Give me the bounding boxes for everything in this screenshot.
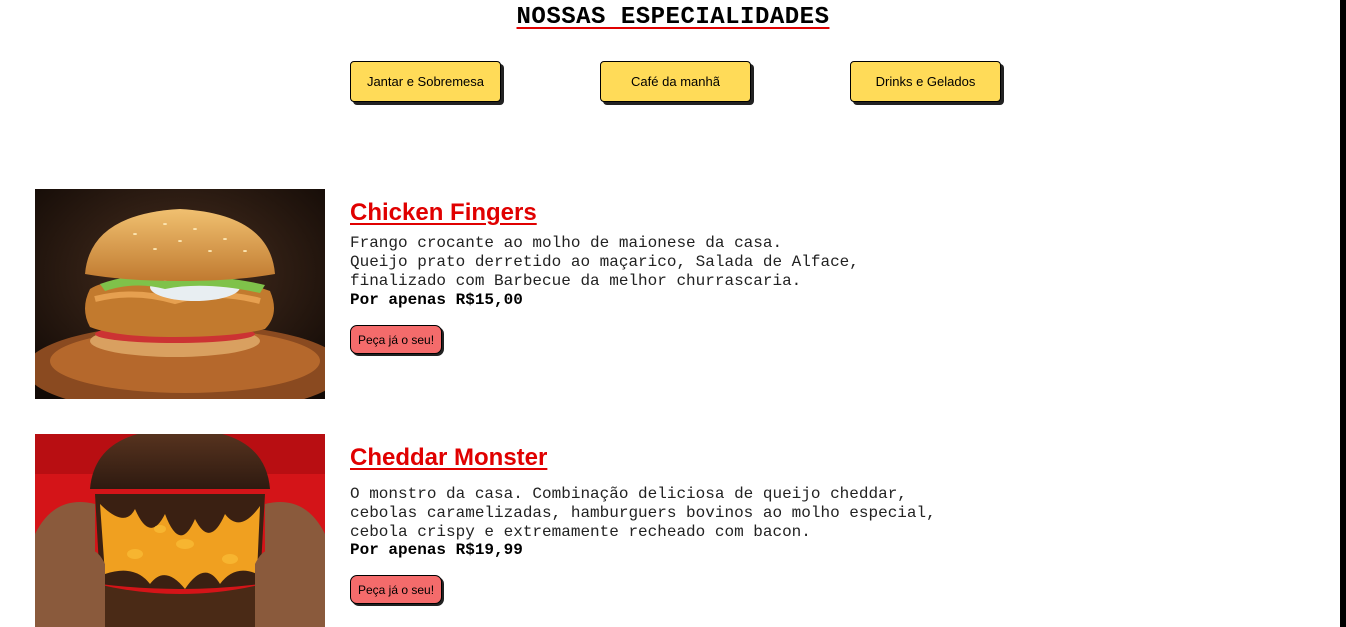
category-button-dinner-dessert[interactable]: Jantar e Sobremesa (350, 61, 501, 102)
item-description: Frango crocante ao molho de maionese da … (350, 234, 859, 290)
order-button[interactable]: Peça já o seu! (350, 575, 443, 604)
item-price: Por apenas R$15,00 (350, 291, 523, 309)
item-title-chicken-fingers[interactable]: Chicken Fingers (350, 199, 537, 227)
item-description: O monstro da casa. Combinação deliciosa … (350, 485, 936, 541)
category-button-drinks[interactable]: Drinks e Gelados (850, 61, 1001, 102)
order-button[interactable]: Peça já o seu! (350, 325, 443, 354)
cheddar-burger-image (35, 434, 325, 627)
item-price: Por apenas R$19,99 (350, 541, 523, 559)
page-title: NOSSAS ESPECIALIDADES (516, 4, 830, 31)
category-button-breakfast[interactable]: Café da manhã (600, 61, 751, 102)
chicken-burger-image (35, 189, 325, 399)
page: NOSSAS ESPECIALIDADES Jantar e Sobremesa… (0, 0, 1340, 627)
item-title-cheddar-monster[interactable]: Cheddar Monster (350, 444, 547, 472)
